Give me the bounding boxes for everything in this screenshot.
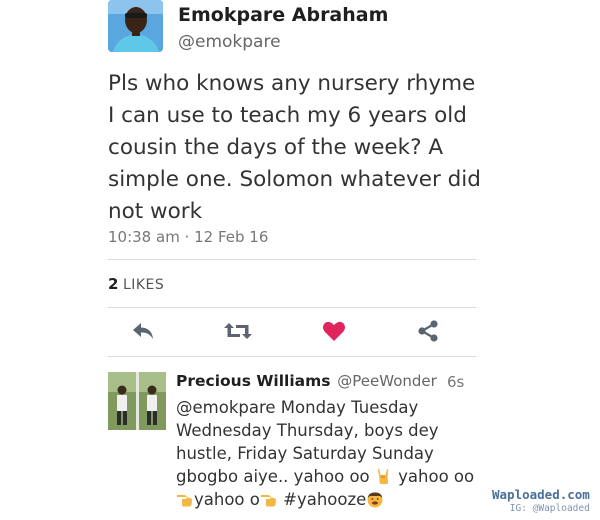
likes-label: LIKES (122, 277, 165, 293)
watermark: Waploaded.com IG: @Waploaded (492, 487, 590, 514)
reply-author-handle[interactable]: @PeeWonder (337, 372, 437, 390)
reply-text-hashtag[interactable]: #yahooze (278, 490, 366, 509)
author-handle[interactable]: @emokpare (178, 32, 281, 52)
share-icon (416, 319, 440, 347)
like-button[interactable] (317, 316, 351, 350)
retweet-icon (223, 320, 253, 346)
tweet-timestamp[interactable]: 10:38 am · 12 Feb 16 (108, 228, 268, 246)
pointing-hand-emoji-icon (176, 490, 194, 508)
pointing-hand-emoji-icon (260, 490, 278, 508)
reply-author-avatar[interactable] (108, 372, 166, 430)
likes-count[interactable]: 2 LIKES (108, 275, 164, 293)
reply-text-part: yahoo oo (392, 467, 475, 486)
reply-time[interactable]: 6s (447, 373, 464, 391)
tweet-text: Pls who knows any nursery rhyme I can us… (108, 71, 481, 224)
author-name[interactable]: Emokpare Abraham (178, 4, 388, 26)
retweet-button[interactable] (221, 316, 255, 350)
reply-text: @emokpare Monday Tuesday Wednesday Thurs… (176, 396, 476, 511)
main-tweet: Emokpare Abraham @emokpare Pls who knows… (0, 0, 600, 360)
divider (108, 259, 476, 260)
reply-button[interactable] (126, 316, 160, 350)
heart-icon (322, 320, 346, 346)
rock-hand-emoji-icon (375, 467, 393, 485)
watermark-site: Waploaded.com (492, 487, 590, 502)
likes-number: 2 (108, 275, 119, 293)
face-emoji-icon (366, 490, 384, 508)
author-avatar[interactable] (108, 0, 163, 52)
reply-author-name[interactable]: Precious Williams (176, 372, 331, 390)
watermark-instagram: IG: @Waploaded (509, 503, 590, 514)
divider (108, 307, 476, 308)
divider (108, 356, 476, 357)
share-button[interactable] (411, 316, 445, 350)
reply-icon (130, 320, 156, 346)
reply-text-part: yahoo o (194, 490, 260, 509)
reply-header: Precious Williams @PeeWonder (176, 372, 437, 390)
tweet-actions (0, 316, 600, 350)
